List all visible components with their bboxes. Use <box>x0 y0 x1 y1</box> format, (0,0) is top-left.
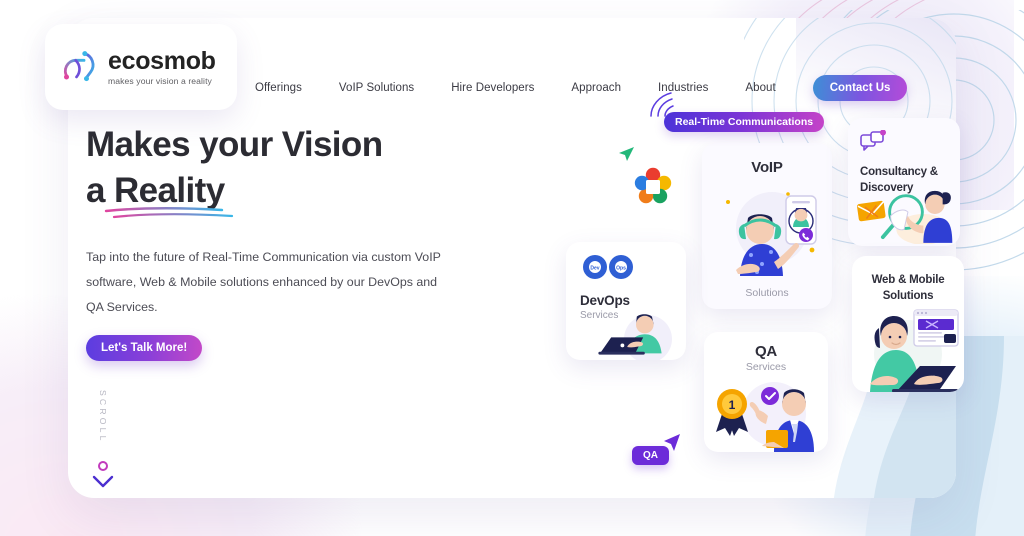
card-consultancy[interactable]: Consultancy & Discovery <box>848 118 960 246</box>
headline-underline-icon <box>104 207 234 219</box>
svg-text:Ops: Ops <box>616 266 626 272</box>
card-qa[interactable]: QA Services 1 <box>704 332 828 452</box>
svg-text:1: 1 <box>729 398 736 412</box>
card-voip[interactable]: VoIP Solutions <box>702 143 832 309</box>
nav-item-hire-developers[interactable]: Hire Developers <box>451 76 534 100</box>
card-voip-subtitle: Solutions <box>745 287 789 299</box>
nav-item-voip-solutions[interactable]: VoIP Solutions <box>339 76 414 100</box>
brand-name: ecosmob <box>108 46 216 75</box>
page-title: Makes your Vision a Reality <box>86 122 486 214</box>
card-web-mobile-title: Web & Mobile Solutions <box>871 274 945 303</box>
main-navigation: Offerings VoIP Solutions Hire Developers… <box>255 62 1004 114</box>
brand-tagline: makes your vision a reality <box>108 76 212 87</box>
card-web-mobile[interactable]: Web & Mobile Solutions <box>852 256 964 392</box>
headline-line-1: Makes your Vision <box>86 125 383 164</box>
card-consultancy-illustration <box>857 190 953 244</box>
nav-item-about[interactable]: About <box>745 76 775 100</box>
realtime-communications-badge[interactable]: Real-Time Communications <box>664 112 825 132</box>
chevron-down-icon[interactable] <box>92 475 114 489</box>
card-qa-illustration: 1 <box>716 382 814 452</box>
page-root: ecosmob makes your vision a reality Offe… <box>0 0 1024 536</box>
cursor-arrow-icon <box>619 147 634 161</box>
card-devops-illustration <box>598 314 672 360</box>
svg-text:Dev: Dev <box>590 266 599 272</box>
card-web-mobile-illustration <box>870 309 959 392</box>
lets-talk-more-button[interactable]: Let's Talk More! <box>86 335 203 361</box>
contact-us-button[interactable]: Contact Us <box>812 75 908 101</box>
nav-item-industries[interactable]: Industries <box>658 76 708 100</box>
nav-item-approach[interactable]: Approach <box>571 76 621 100</box>
brand-logo[interactable]: ecosmob makes your vision a reality <box>45 24 237 110</box>
colorful-flower-icon <box>633 167 673 207</box>
devops-infinity-icon: Dev Ops <box>583 255 633 279</box>
hero-paragraph: Tap into the future of Real-Time Communi… <box>86 250 441 314</box>
card-qa-title: QA <box>754 343 778 360</box>
card-voip-title: VoIP <box>751 159 783 176</box>
ecosmob-logo-mark-icon <box>63 51 95 82</box>
headline-line-2: a Reality <box>86 171 225 211</box>
cursor-arrow-icon <box>664 434 680 451</box>
card-voip-illustration <box>726 192 817 276</box>
scroll-indicator[interactable]: SCROLL <box>88 390 118 489</box>
nav-item-offerings[interactable]: Offerings <box>255 76 302 100</box>
chat-bubble-icon <box>860 129 886 151</box>
scroll-label: SCROLL <box>98 390 108 444</box>
card-devops[interactable]: Dev Ops DevOps Services <box>566 242 686 360</box>
scroll-dot-icon <box>98 460 108 471</box>
